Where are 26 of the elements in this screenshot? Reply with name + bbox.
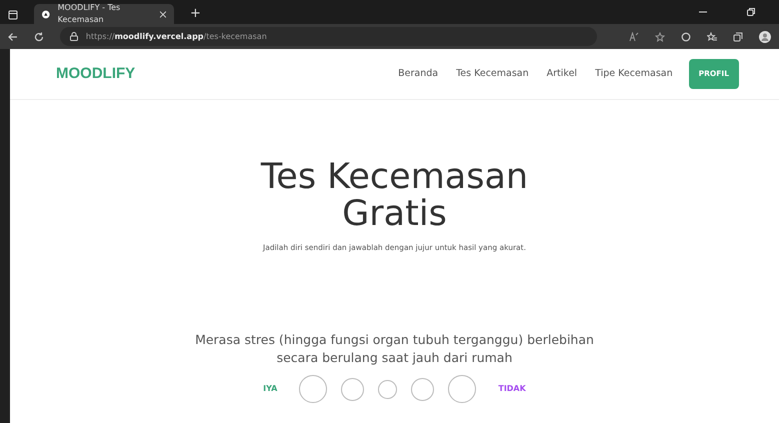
question-text: Merasa stres (hingga fungsi organ tubuh terganggu) berlebihan secara berulang saat jauh dari rumah [194, 330, 594, 367]
back-icon[interactable] [8, 32, 18, 42]
address-bar[interactable]: https://moodlify.vercel.app/tes-kecemasan [60, 27, 598, 46]
nav-link[interactable]: Beranda [398, 66, 438, 82]
tab-title: MOODLIFY - Tes Kecemasan [58, 2, 122, 26]
nav-link[interactable]: Tes Kecemasan [456, 66, 529, 82]
extension-icon[interactable] [681, 32, 692, 42]
agree-label: IYA [263, 383, 278, 395]
close-icon[interactable] [160, 10, 166, 18]
tab-actions-icon[interactable] [8, 10, 18, 20]
site-icon [42, 10, 50, 18]
nav-link[interactable]: Tipe Kecemasan [595, 66, 673, 82]
browser-tab[interactable]: MOODLIFY - Tes Kecemasan [34, 4, 174, 24]
restore-icon[interactable] [747, 8, 755, 16]
page-title: Tes Kecemasan Gratis [260, 159, 530, 232]
favorites-icon[interactable] [707, 32, 718, 42]
nav-link[interactable]: Artikel [546, 66, 578, 82]
url-text: https://moodlify.vercel.app/tes-kecemasan [86, 30, 267, 42]
collections-icon[interactable] [733, 32, 744, 42]
new-tab-button[interactable]: + [190, 7, 201, 20]
profile-avatar-icon[interactable] [759, 30, 772, 42]
lock-icon [70, 32, 78, 41]
refresh-icon[interactable] [34, 32, 44, 42]
read-aloud-icon[interactable] [629, 32, 640, 42]
disagree-label: TIDAK [498, 383, 526, 395]
favorite-add-icon[interactable] [655, 32, 666, 42]
